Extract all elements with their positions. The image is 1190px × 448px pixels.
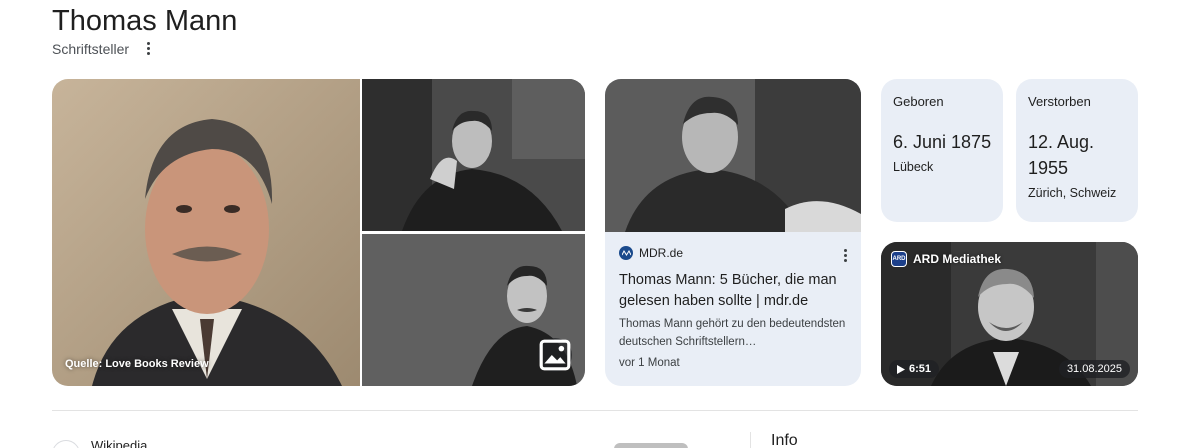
entity-title: Thomas Mann (52, 5, 238, 37)
image-source-caption: Quelle: Love Books Review (65, 358, 209, 370)
news-date: vor 1 Monat (619, 357, 680, 369)
portrait-image-desk[interactable] (362, 79, 585, 231)
fact-label: Geboren (893, 94, 944, 109)
fact-card-died[interactable]: Verstorben 12. Aug. 1955 Zürich, Schweiz (1016, 79, 1138, 222)
more-vert-icon[interactable] (844, 249, 847, 262)
wikipedia-logo-icon (52, 440, 80, 448)
image-grid: Quelle: Love Books Review (52, 79, 585, 386)
wikipedia-source-label[interactable]: Wikipedia (91, 438, 147, 448)
news-card[interactable]: MDR.de Thomas Mann: 5 Bücher, die man ge… (605, 79, 861, 386)
news-snippet: Thomas Mann gehört zu den bedeutendsten … (619, 318, 846, 348)
ard-logo-icon: ARD (891, 251, 907, 267)
news-source: MDR.de (619, 246, 683, 260)
main-portrait-image[interactable]: Quelle: Love Books Review (52, 79, 360, 386)
entity-subtitle: Schriftsteller (52, 40, 130, 57)
more-vert-icon[interactable] (143, 40, 154, 57)
fact-value: 12. Aug. 1955 (1028, 132, 1095, 178)
entity-subtitle-row: Schriftsteller (52, 40, 154, 57)
fact-place: Lübeck (893, 160, 934, 174)
section-divider (52, 410, 1138, 411)
news-title[interactable]: Thomas Mann: 5 Bücher, die man gelesen h… (619, 270, 851, 312)
portrait-image-seated[interactable] (362, 234, 585, 386)
video-source-name: ARD Mediathek (913, 252, 1002, 266)
fact-value: 6. Juni 1875 (893, 132, 992, 152)
video-source: ARD ARD Mediathek (891, 251, 1001, 267)
fact-label: Verstorben (1028, 94, 1091, 109)
video-card[interactable]: ARD ARD Mediathek 6:51 31.08.2025 (881, 242, 1138, 386)
video-date: 31.08.2025 (1058, 360, 1130, 378)
news-image (605, 79, 861, 232)
image-icon (539, 339, 571, 371)
column-divider (750, 432, 751, 448)
play-icon (897, 364, 905, 374)
video-duration: 6:51 (909, 363, 932, 375)
info-heading: Info (771, 432, 798, 448)
wikipedia-thumbnail[interactable] (614, 443, 688, 448)
mdr-logo-icon (619, 246, 633, 260)
video-duration-badge: 6:51 (889, 360, 940, 378)
image-search-button[interactable] (538, 338, 572, 372)
fact-place: Zürich, Schweiz (1028, 186, 1117, 200)
news-source-name: MDR.de (639, 246, 684, 260)
fact-card-born[interactable]: Geboren 6. Juni 1875 Lübeck (881, 79, 1003, 222)
